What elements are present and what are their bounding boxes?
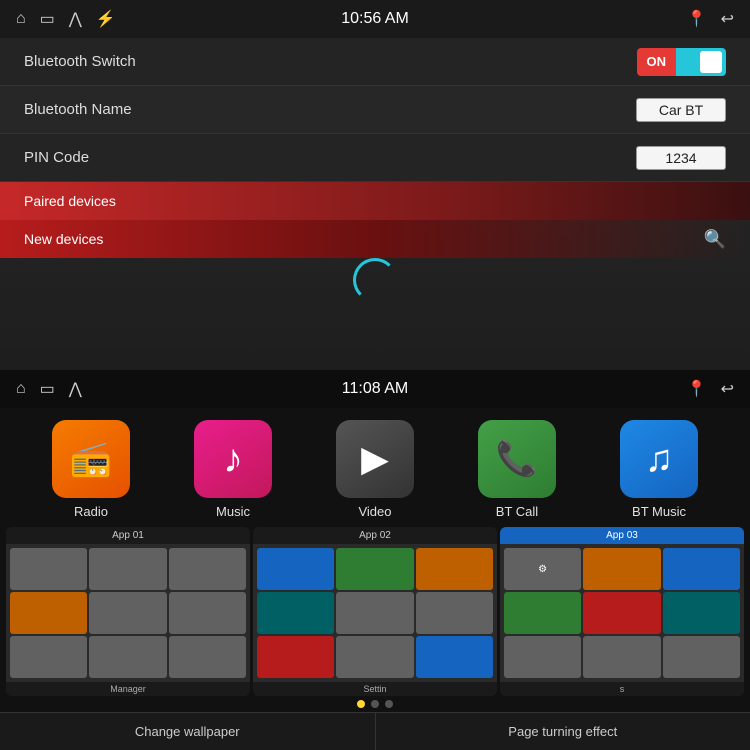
thumbnail-app02[interactable]: App 02 Settin <box>253 527 497 696</box>
bluetooth-name-row: Bluetooth Name Car BT <box>0 86 750 134</box>
page-dots <box>0 696 750 712</box>
music-icon-sym: ♪ <box>223 437 243 482</box>
chevron-up-icon[interactable]: ⋀ <box>69 9 82 29</box>
bottom-back-icon[interactable]: ↩ <box>721 379 734 399</box>
bluetooth-name-label: Bluetooth Name <box>24 101 132 118</box>
change-wallpaper-button[interactable]: Change wallpaper <box>0 713 376 750</box>
btmusic-label: BT Music <box>632 504 686 519</box>
radio-icon[interactable]: 📻 <box>52 420 130 498</box>
loading-spinner <box>353 258 397 302</box>
bottom-location-icon: 📍 <box>687 379 707 399</box>
back-icon[interactable]: ↩ <box>721 9 734 29</box>
location-icon: 📍 <box>687 9 707 29</box>
thumb-sublabel-app02: Settin <box>253 682 497 696</box>
bottom-home-icon[interactable]: ⌂ <box>16 380 26 398</box>
video-icon-sym: ▶ <box>361 438 389 480</box>
new-devices-header[interactable]: New devices 🔍 <box>0 220 750 258</box>
pin-code-value[interactable]: 1234 <box>636 146 726 170</box>
usb-icon: ⚡ <box>96 9 116 29</box>
thumb-body-app03: ⚙ <box>500 544 744 682</box>
thumbnails-section: App 01 Manager App 02 <box>0 527 750 696</box>
btcall-label: BT Call <box>496 504 538 519</box>
btmusic-icon[interactable]: ♫ <box>620 420 698 498</box>
bottom-status-bar-right: 📍 ↩ <box>687 379 734 399</box>
thumb-header-app02: App 02 <box>253 527 497 544</box>
app-music[interactable]: ♪ Music <box>181 420 286 519</box>
video-label: Video <box>358 504 391 519</box>
toggle-on-label: ON <box>637 48 677 76</box>
toggle-bar <box>676 48 726 76</box>
bluetooth-name-value[interactable]: Car BT <box>636 98 726 122</box>
bottom-action-bar: Change wallpaper Page turning effect <box>0 712 750 750</box>
top-status-bar: ⌂ ▭ ⋀ ⚡ 10:56 AM 📍 ↩ <box>0 0 750 38</box>
bottom-clock: 11:08 AM <box>342 380 408 398</box>
status-bar-right-icons: 📍 ↩ <box>687 9 734 29</box>
thumb-body-app02 <box>253 544 497 682</box>
screen-icon[interactable]: ▭ <box>40 9 55 29</box>
bottom-chevron-up-icon[interactable]: ⋀ <box>69 379 82 399</box>
dot-2[interactable] <box>371 700 379 708</box>
bluetooth-name-input[interactable]: Car BT <box>636 98 726 122</box>
loading-area <box>0 258 750 302</box>
top-clock: 10:56 AM <box>341 10 409 28</box>
app-radio[interactable]: 📻 Radio <box>39 420 144 519</box>
btcall-icon-sym: 📞 <box>496 439 538 479</box>
pin-code-input[interactable]: 1234 <box>636 146 726 170</box>
app-btcall[interactable]: 📞 BT Call <box>465 420 570 519</box>
bluetooth-switch-row: Bluetooth Switch ON <box>0 38 750 86</box>
bluetooth-toggle[interactable]: ON <box>637 48 727 76</box>
btcall-icon[interactable]: 📞 <box>478 420 556 498</box>
paired-devices-label: Paired devices <box>24 193 116 209</box>
thumb-sublabel-app03: s <box>500 682 744 696</box>
thumb-sublabel-app01: Manager <box>6 682 250 696</box>
new-devices-label: New devices <box>24 231 103 247</box>
bottom-screen-icon[interactable]: ▭ <box>40 379 55 399</box>
paired-devices-header[interactable]: Paired devices <box>0 182 750 220</box>
music-label: Music <box>216 504 250 519</box>
page-turning-effect-label: Page turning effect <box>508 724 617 739</box>
status-bar-left-icons: ⌂ ▭ ⋀ ⚡ <box>16 9 116 29</box>
page-turning-effect-button[interactable]: Page turning effect <box>376 713 750 750</box>
thumb-header-app03: App 03 <box>500 527 744 544</box>
toggle-knob <box>700 51 722 73</box>
thumbnail-app01[interactable]: App 01 Manager <box>6 527 250 696</box>
settings-content: Bluetooth Switch ON Bluetooth Name Car B… <box>0 38 750 370</box>
thumbnail-app03[interactable]: App 03 ⚙ s <box>500 527 744 696</box>
bottom-status-bar-left: ⌂ ▭ ⋀ <box>16 379 82 399</box>
bluetooth-settings-panel: ⌂ ▭ ⋀ ⚡ 10:56 AM 📍 ↩ Bluetooth Switch ON <box>0 0 750 370</box>
apps-section: 📻 Radio ♪ Music ▶ Video 📞 BT Call ♫ <box>0 408 750 527</box>
bluetooth-switch-label: Bluetooth Switch <box>24 53 136 70</box>
app-launcher-panel: ⌂ ▭ ⋀ 11:08 AM 📍 ↩ 📻 Radio ♪ Music ▶ <box>0 370 750 750</box>
video-icon[interactable]: ▶ <box>336 420 414 498</box>
pin-code-row: PIN Code 1234 <box>0 134 750 182</box>
home-icon[interactable]: ⌂ <box>16 10 26 28</box>
thumb-body-app01 <box>6 544 250 682</box>
dot-3[interactable] <box>385 700 393 708</box>
radio-label: Radio <box>74 504 108 519</box>
app-btmusic[interactable]: ♫ BT Music <box>607 420 712 519</box>
btmusic-icon-sym: ♫ <box>645 438 674 481</box>
change-wallpaper-label: Change wallpaper <box>135 724 240 739</box>
bottom-status-bar: ⌂ ▭ ⋀ 11:08 AM 📍 ↩ <box>0 370 750 408</box>
app-video[interactable]: ▶ Video <box>323 420 428 519</box>
bluetooth-switch-value[interactable]: ON <box>637 48 727 76</box>
search-icon[interactable]: 🔍 <box>704 229 726 250</box>
thumb-header-app01: App 01 <box>6 527 250 544</box>
music-icon[interactable]: ♪ <box>194 420 272 498</box>
dot-1[interactable] <box>357 700 365 708</box>
pin-code-label: PIN Code <box>24 149 89 166</box>
radio-icon-sym: 📻 <box>70 439 112 479</box>
